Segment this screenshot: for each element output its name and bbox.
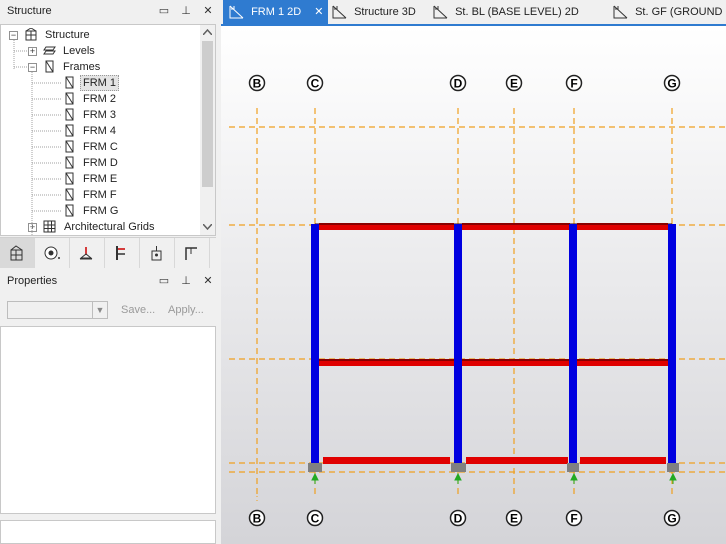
svg-text:D: D [454, 77, 463, 91]
load-case-button[interactable] [140, 238, 175, 268]
scroll-up-icon[interactable] [203, 29, 212, 35]
member-icon [116, 246, 125, 260]
view-3d-icon [332, 5, 347, 19]
view-2d-icon [613, 5, 628, 19]
view-2d-icon [229, 5, 244, 19]
svg-text:B: B [253, 512, 262, 526]
grid-bubble-bottom-g: G [663, 509, 681, 527]
support-c[interactable] [308, 463, 322, 472]
tab-frm-1-2d[interactable]: FRM 1 2D ✕ [223, 0, 328, 24]
properties-combo[interactable]: ▼ [7, 301, 108, 319]
apply-button[interactable]: Apply... [168, 301, 204, 319]
structure-icon [10, 245, 23, 261]
close-icon[interactable]: ✕ [201, 0, 215, 22]
properties-description [0, 520, 216, 544]
frame-2d-canvas[interactable]: B C D E F G B C D E F G [221, 26, 726, 544]
pin-icon[interactable]: ⊥ [179, 0, 193, 22]
panel-toolstrip [0, 237, 216, 268]
grid-bubble-bottom-f: F [565, 509, 583, 527]
tab-st-bl-2d[interactable]: St. BL (BASE LEVEL) 2D [427, 0, 579, 24]
column-d[interactable] [454, 224, 462, 464]
grid-bubble-bottom-e: E [505, 509, 523, 527]
beam[interactable] [580, 457, 666, 464]
window-position-icon[interactable]: ▭ [157, 0, 171, 22]
tab-structure-3d[interactable]: Structure 3D [326, 0, 416, 24]
properties-grid[interactable] [0, 326, 216, 514]
svg-text:E: E [510, 512, 518, 526]
view-2d-icon [433, 5, 448, 19]
tab-label: Structure 3D [354, 6, 416, 18]
document-tabs: FRM 1 2D ✕ Structure 3D St. BL (BASE LEV… [221, 0, 726, 26]
beam[interactable] [466, 457, 568, 464]
svg-text:C: C [311, 77, 320, 91]
globe-icon [44, 246, 60, 260]
structure-tree[interactable]: − Structure + Levels − Frames FRM 1 FRM … [0, 24, 216, 236]
tree-scrollbar[interactable] [200, 25, 215, 235]
tab-close-icon[interactable]: ✕ [314, 6, 323, 18]
structure-view-button[interactable] [0, 238, 35, 268]
close-icon[interactable]: ✕ [201, 270, 215, 292]
tree-label: FRM D [83, 157, 118, 169]
properties-panel-header: Properties ▭ ⊥ ✕ [0, 270, 221, 292]
svg-text:F: F [570, 512, 577, 526]
grid-bubble-top-b: B [248, 74, 266, 92]
grid-bubble-top-f: F [565, 74, 583, 92]
save-button[interactable]: Save... [121, 301, 155, 319]
grid-bubble-bottom-c: C [306, 509, 324, 527]
svg-text:G: G [667, 512, 676, 526]
tree-label: FRM G [83, 205, 119, 217]
svg-text:F: F [570, 77, 577, 91]
support-icon [79, 247, 93, 260]
properties-panel-title: Properties [7, 275, 58, 287]
tree-label: FRM 3 [83, 109, 116, 121]
weight-icon [151, 246, 162, 261]
support-f[interactable] [567, 463, 579, 472]
tab-label: St. GF (GROUND FLO [635, 6, 726, 18]
load-view-button[interactable] [35, 238, 70, 268]
column-f[interactable] [569, 224, 577, 464]
support-g[interactable] [667, 463, 679, 472]
design-view-button[interactable] [105, 238, 140, 268]
tree-label: FRM 1 [80, 75, 119, 91]
properties-panel: Properties ▭ ⊥ ✕ ▼ Save... Apply... [0, 270, 221, 544]
grid-bubble-top-d: D [449, 74, 467, 92]
pin-icon[interactable]: ⊥ [179, 270, 193, 292]
tree-label: FRM 2 [83, 93, 116, 105]
svg-text:E: E [510, 77, 518, 91]
tree-connector-lines [13, 40, 61, 235]
column-g[interactable] [668, 224, 676, 464]
tree-label: FRM C [83, 141, 118, 153]
tab-label: FRM 1 2D [251, 6, 302, 18]
canvas-background [221, 26, 726, 544]
grid-bubble-top-c: C [306, 74, 324, 92]
tree-label: FRM 4 [83, 125, 116, 137]
tab-label: St. BL (BASE LEVEL) 2D [455, 6, 579, 18]
svg-text:C: C [311, 512, 320, 526]
tree-label: FRM F [83, 189, 117, 201]
chevron-down-icon[interactable]: ▼ [92, 302, 107, 318]
analysis-view-button[interactable] [70, 238, 105, 268]
grid-bubble-bottom-b: B [248, 509, 266, 527]
svg-text:B: B [253, 77, 262, 91]
structure-panel-header: Structure ▭ ⊥ ✕ [0, 0, 221, 22]
beam[interactable] [323, 457, 450, 464]
support-d[interactable] [451, 463, 466, 472]
tree-label: FRM E [83, 173, 118, 185]
scroll-down-icon[interactable] [203, 224, 212, 230]
left-dock: Structure ▭ ⊥ ✕ − Structure + Levels − F… [0, 0, 221, 544]
detailing-button[interactable] [175, 238, 210, 268]
grid-bubble-top-g: G [663, 74, 681, 92]
svg-text:D: D [454, 512, 463, 526]
grid-bubble-bottom-d: D [449, 509, 467, 527]
column-c[interactable] [311, 224, 319, 464]
tab-st-gf[interactable]: St. GF (GROUND FLO [607, 0, 726, 24]
structure-panel-title: Structure [7, 5, 52, 17]
grid-bubble-top-e: E [505, 74, 523, 92]
svg-text:G: G [667, 77, 676, 91]
window-position-icon[interactable]: ▭ [157, 270, 171, 292]
tree-scrollbar-thumb[interactable] [202, 41, 213, 187]
bracket-icon [185, 247, 197, 260]
